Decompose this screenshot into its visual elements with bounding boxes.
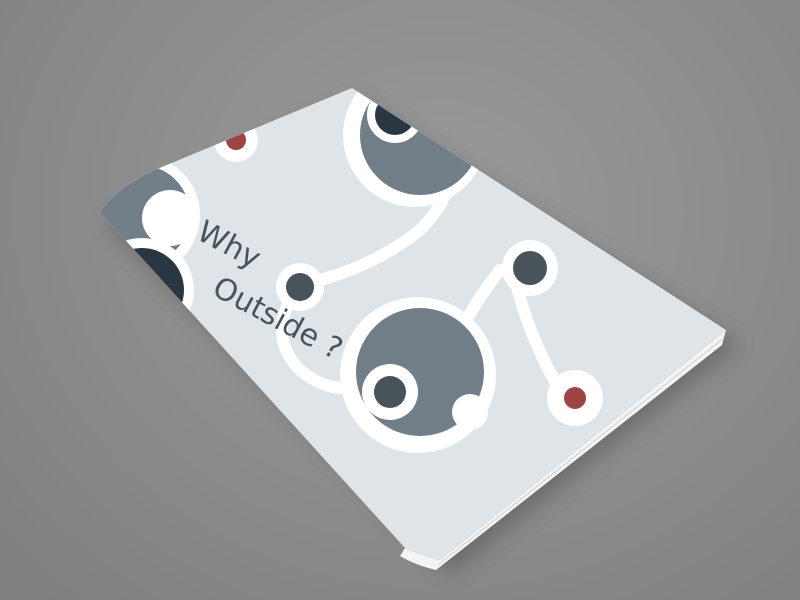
cover-gloss: [100, 88, 726, 560]
product-mockup-scene: Why Outside ?: [0, 0, 800, 600]
booklet-mockup: Why Outside ?: [100, 88, 740, 575]
